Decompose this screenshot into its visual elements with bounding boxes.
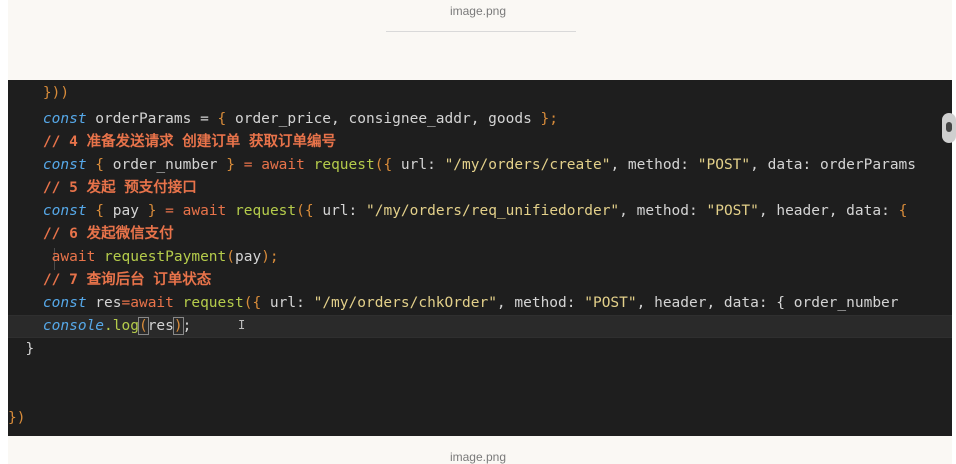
code-token: { [898,203,908,219]
code-token: url: [313,203,366,219]
code-token: , method: [619,203,707,219]
code-line: await requestPayment(pay); [8,246,952,269]
code-line: })) [8,82,952,105]
code-line: } [8,338,952,361]
code-line: const { pay } = await request({ url: "/m… [8,200,952,223]
code-token: res [147,318,174,334]
code-token: res [86,295,122,311]
code-token: ( [226,249,235,265]
code-token: await [182,203,227,219]
code-token: , data: orderParams [750,157,917,173]
scroll-handle-icon[interactable] [942,113,956,143]
code-token: ({ [243,295,262,311]
code-token: = [121,295,131,311]
code-line: // 7 查询后台 订单状态 [8,269,952,292]
code-line: }) [8,407,952,430]
code-token: pay [112,203,148,219]
code-token: const [42,157,87,173]
code-token: }; [540,111,559,127]
image-caption-top: image.png [449,4,507,18]
code-token: { [217,111,227,127]
code-token: const [42,111,87,127]
code-token: } [25,341,35,357]
code-token: ); [261,249,279,265]
code-token: "POST" [697,157,751,173]
code-token: "POST" [584,295,637,311]
code-comment: // 6 发起微信支付 [42,226,174,242]
caption-divider [386,31,576,32]
image-caption-bottom: image.png [449,450,507,464]
code-line: // 6 发起微信支付 [8,223,952,246]
code-token: , header, data: [758,203,899,219]
code-token: ; [182,318,192,334]
code-token: order_number [112,157,227,173]
code-token: ) [172,317,184,335]
code-token: await [51,249,96,265]
code-token: "POST" [706,203,759,219]
code-token: })) [42,85,70,101]
code-token: = [156,203,183,219]
code-comment: // 5 发起 预支付接口 [42,180,197,196]
code-line: const res=await request({ url: "/my/orde… [8,292,952,315]
code-line: const orderParams = { order_price, consi… [8,108,952,131]
code-token: requestPayment [95,249,227,265]
code-token: = [235,157,262,173]
text-cursor-icon: I [238,318,246,332]
code-token: console [42,318,105,334]
code-token: ({ [296,203,314,219]
code-line-current[interactable]: console.log(res); [8,315,952,338]
code-token: }) [8,410,26,426]
code-token: url: [392,157,445,173]
code-comment: // 7 查询后台 订单状态 [42,272,212,288]
code-token: url: [261,295,314,311]
code-token: const [42,203,87,219]
code-token: request [173,295,244,311]
code-token: { [86,157,113,173]
code-token: orderParams = [86,111,218,127]
code-token: "/my/orders/create" [444,157,611,173]
code-token: "/my/orders/chkOrder" [313,295,497,311]
code-token: "/my/orders/req_unifiedorder" [366,203,620,219]
code-token: ({ [374,157,393,173]
code-token: , header, data: { order_number [636,295,899,311]
code-line: // 5 发起 预支付接口 [8,177,952,200]
code-token: .log [104,318,139,334]
code-token: { [86,203,113,219]
code-token: order_price, consignee_addr, goods [226,111,541,127]
code-token: , method: [496,295,585,311]
code-editor[interactable]: })) const orderParams = { order_price, c… [8,80,952,436]
code-token: } [226,157,236,173]
code-token: request [226,203,297,219]
code-token: pay [235,249,262,265]
code-token: const [42,295,87,311]
code-comment: // 4 准备发送请求 创建订单 获取订单编号 [42,134,337,150]
code-token: request [304,157,375,173]
code-token: await [130,295,174,311]
code-token: ( [137,317,149,335]
code-line: // 4 准备发送请求 创建订单 获取订单编号 [8,131,952,154]
code-line: const { order_number } = await request({… [8,154,952,177]
code-token: await [261,157,305,173]
code-token: , method: [610,157,698,173]
